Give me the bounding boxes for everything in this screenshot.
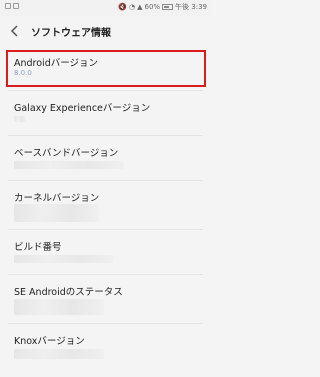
list-item-baseband-version[interactable]: ベースバンドバージョン xyxy=(0,136,211,180)
item-label: カーネルバージョン xyxy=(14,193,100,204)
wifi-icon: ◔ xyxy=(128,3,136,11)
list-item-knox-version[interactable]: Knoxバージョン xyxy=(0,324,211,368)
item-label: Knoxバージョン xyxy=(14,336,85,347)
back-button[interactable] xyxy=(8,23,22,37)
redacted-value xyxy=(14,204,99,222)
software-info-list: Androidバージョン 8.0.0 Galaxy Experienceバージョ… xyxy=(0,46,211,368)
signal-icon: ▲ xyxy=(137,3,143,11)
highlight-box xyxy=(6,50,206,87)
app-bar: ソフトウェア情報 xyxy=(0,16,211,46)
item-label: ビルド番号 xyxy=(14,242,62,253)
mute-icon: 🔇 xyxy=(118,3,127,11)
page-title: ソフトウェア情報 xyxy=(31,28,111,39)
item-label: SE Androidのステータス xyxy=(14,287,123,298)
battery-icon xyxy=(162,4,174,10)
item-label: Galaxy Experienceバージョン xyxy=(14,103,151,114)
list-item-android-version[interactable]: Androidバージョン 8.0.0 xyxy=(0,46,211,90)
status-right: 🔇 ◔ ▲ 60% 午後 3:39 xyxy=(118,2,207,12)
status-left-icons xyxy=(5,3,19,9)
redacted-value xyxy=(14,349,104,359)
list-item-build-number[interactable]: ビルド番号 xyxy=(0,230,211,274)
item-label: ベースバンドバージョン xyxy=(14,148,119,159)
list-item-kernel-version[interactable]: カーネルバージョン xyxy=(0,181,211,229)
redacted-value xyxy=(14,116,26,122)
status-bar: 🔇 ◔ ▲ 60% 午後 3:39 xyxy=(0,0,211,16)
chevron-left-icon xyxy=(10,25,18,37)
redacted-value xyxy=(14,161,124,169)
battery-percent: 60% xyxy=(144,3,161,11)
clock: 午後 3:39 xyxy=(175,3,207,11)
redacted-value xyxy=(14,255,114,263)
list-item-se-android-status[interactable]: SE Androidのステータス xyxy=(0,275,211,323)
notification-icon xyxy=(5,3,11,9)
redacted-value xyxy=(14,299,104,315)
list-item-galaxy-experience-version[interactable]: Galaxy Experienceバージョン xyxy=(0,91,211,135)
image-icon xyxy=(13,3,19,9)
